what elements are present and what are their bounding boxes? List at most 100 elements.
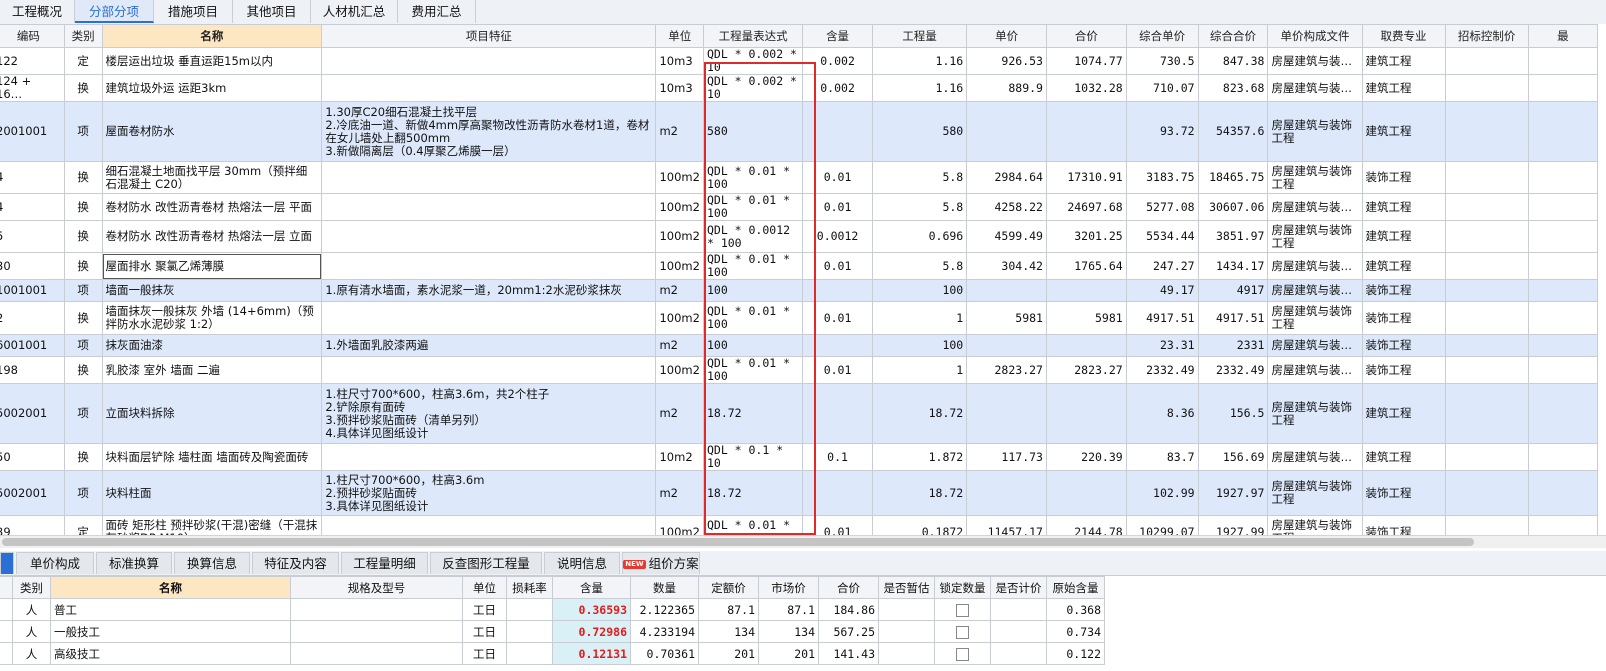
row-composite-total[interactable]: 2332.49	[1197, 356, 1269, 384]
lock-qty-checkbox[interactable]	[956, 625, 969, 639]
row-total[interactable]: 220.39	[1045, 443, 1127, 471]
row-unit-price[interactable]: 2823.27	[966, 356, 1047, 384]
row-unit-price[interactable]: 5981	[966, 301, 1047, 335]
row-quantity[interactable]: 0.1872	[871, 515, 968, 535]
row-expression[interactable]: QDL * 0.1 * 10	[702, 443, 804, 471]
resource-market-price[interactable]: 87.1	[758, 598, 819, 621]
row-bid-control[interactable]	[1444, 161, 1529, 194]
row-type[interactable]: 换	[63, 443, 103, 471]
row-expression[interactable]: 100	[702, 334, 804, 357]
row-type[interactable]: 项	[63, 101, 103, 162]
row-last[interactable]	[1527, 301, 1599, 335]
row-quantity[interactable]: 18.72	[871, 383, 968, 444]
row-last[interactable]	[1527, 252, 1599, 280]
row-composite-total[interactable]: 18465.75	[1197, 161, 1269, 194]
row-feature[interactable]	[321, 252, 657, 280]
col-header-bid-control[interactable]: 招标控制价	[1444, 24, 1529, 48]
resource-quota-price[interactable]: 87.1	[698, 598, 759, 621]
tab-sub-items[interactable]: 分部分项	[75, 0, 154, 23]
row-unit[interactable]: 100m2	[655, 301, 704, 335]
row-code[interactable]: 2001001	[0, 101, 65, 162]
row-unit-price[interactable]: 4258.22	[966, 193, 1047, 221]
row-price-file[interactable]: 房屋建筑与装饰工程	[1267, 515, 1363, 535]
row-content[interactable]: 0.0012	[802, 220, 873, 253]
resource-row[interactable]: 人高级技工 工日 0.12131 0.70361 201 201 141.43 0.122	[0, 642, 1105, 665]
row-fee-specialty[interactable]: 装饰工程	[1361, 279, 1446, 302]
table-row[interactable]: 198换乳胶漆 室外 墙面 二遍 100m2QDL * 0.01 * 1000.0…	[0, 356, 1599, 384]
row-unit[interactable]: m2	[655, 101, 704, 162]
row-feature[interactable]	[321, 220, 657, 253]
row-feature[interactable]	[321, 515, 657, 535]
row-composite-price[interactable]: 49.17	[1125, 279, 1199, 302]
row-name[interactable]: 立面块料拆除	[101, 383, 323, 444]
row-expression[interactable]: QDL * 0.01 * 100	[702, 193, 804, 221]
row-bid-control[interactable]	[1444, 101, 1529, 162]
row-quantity[interactable]: 1	[871, 356, 968, 384]
row-code[interactable]: 50	[0, 443, 65, 471]
col-header-unit-price[interactable]: 单价	[966, 24, 1047, 48]
row-unit[interactable]: m2	[655, 334, 704, 357]
row-unit[interactable]: 100m2	[655, 220, 704, 253]
sub-col-header-quantity[interactable]: 数量	[630, 576, 699, 599]
row-composite-price[interactable]: 3183.75	[1125, 161, 1199, 194]
row-price-file[interactable]: 房屋建筑与装饰工程	[1267, 383, 1363, 444]
resource-original-content[interactable]: 0.368	[1046, 598, 1105, 621]
bottom-tab-features[interactable]: 特征及内容	[252, 552, 339, 574]
tab-cost-summary[interactable]: 费用汇总	[398, 0, 476, 23]
row-type[interactable]: 项	[63, 470, 103, 516]
resource-row-blank[interactable]	[0, 620, 13, 643]
row-total[interactable]: 1032.28	[1045, 74, 1127, 102]
row-last[interactable]	[1527, 47, 1599, 75]
row-total[interactable]: 24697.68	[1045, 193, 1127, 221]
row-composite-total[interactable]: 156.69	[1197, 443, 1269, 471]
row-type[interactable]: 换	[63, 161, 103, 194]
row-composite-price[interactable]: 5277.08	[1125, 193, 1199, 221]
row-content[interactable]: 0.01	[802, 193, 873, 221]
resource-type[interactable]: 人	[12, 598, 51, 621]
row-code[interactable]: 39	[0, 515, 65, 535]
row-fee-specialty[interactable]: 建筑工程	[1361, 193, 1446, 221]
row-code[interactable]: 122	[0, 47, 65, 75]
col-header-total[interactable]: 合价	[1045, 24, 1127, 48]
row-name[interactable]: 屋面排水 聚氯乙烯薄膜	[101, 252, 323, 280]
row-quantity[interactable]: 580	[871, 101, 968, 162]
row-bid-control[interactable]	[1444, 47, 1529, 75]
row-expression[interactable]: 100	[702, 279, 804, 302]
col-header-unit[interactable]: 单位	[655, 24, 704, 48]
table-row[interactable]: 2001001 项屋面卷材防水 1.30厚C20细石混凝土找平层 2.冷底油一道、新…	[0, 101, 1599, 162]
row-content[interactable]: 0.002	[802, 74, 873, 102]
row-unit-price[interactable]: 4599.49	[966, 220, 1047, 253]
row-fee-specialty[interactable]: 装饰工程	[1361, 161, 1446, 194]
row-name[interactable]: 细石混凝土地面找平层 30mm（预拌细石混凝土 C20）	[101, 161, 323, 194]
row-content[interactable]	[802, 383, 873, 444]
row-unit-price[interactable]: 2984.64	[966, 161, 1047, 194]
row-total[interactable]: 2823.27	[1045, 356, 1127, 384]
resource-lock-qty[interactable]	[934, 598, 991, 621]
row-unit-price[interactable]: 304.42	[966, 252, 1047, 280]
row-content[interactable]	[802, 470, 873, 516]
col-header-composite-total[interactable]: 综合合价	[1197, 24, 1269, 48]
row-bid-control[interactable]	[1444, 383, 1529, 444]
row-composite-price[interactable]: 102.99	[1125, 470, 1199, 516]
row-composite-total[interactable]: 54357.6	[1197, 101, 1269, 162]
row-unit[interactable]: 100m2	[655, 193, 704, 221]
resource-loss[interactable]	[506, 620, 553, 643]
resource-market-price[interactable]: 134	[758, 620, 819, 643]
row-name[interactable]: 乳胶漆 室外 墙面 二遍	[101, 356, 323, 384]
row-content[interactable]	[802, 334, 873, 357]
row-content[interactable]: 0.01	[802, 356, 873, 384]
row-bid-control[interactable]	[1444, 470, 1529, 516]
row-unit[interactable]: 10m2	[655, 443, 704, 471]
row-bid-control[interactable]	[1444, 515, 1529, 535]
row-composite-price[interactable]: 2332.49	[1125, 356, 1199, 384]
row-composite-price[interactable]: 5534.44	[1125, 220, 1199, 253]
col-header-content[interactable]: 含量	[802, 24, 873, 48]
row-composite-total[interactable]: 1927.99	[1197, 515, 1269, 535]
row-fee-specialty[interactable]: 建筑工程	[1361, 443, 1446, 471]
row-fee-specialty[interactable]: 建筑工程	[1361, 101, 1446, 162]
row-name[interactable]: 墙面抹灰一般抹灰 外墙 (14+6mm)（预拌防水水泥砂浆 1:2）	[101, 301, 323, 335]
row-fee-specialty[interactable]: 装饰工程	[1361, 301, 1446, 335]
resource-name[interactable]: 一般技工	[50, 620, 291, 643]
sub-col-header-loss[interactable]: 损耗率	[506, 576, 553, 599]
row-price-file[interactable]: 房屋建筑与装饰工程	[1267, 101, 1363, 162]
